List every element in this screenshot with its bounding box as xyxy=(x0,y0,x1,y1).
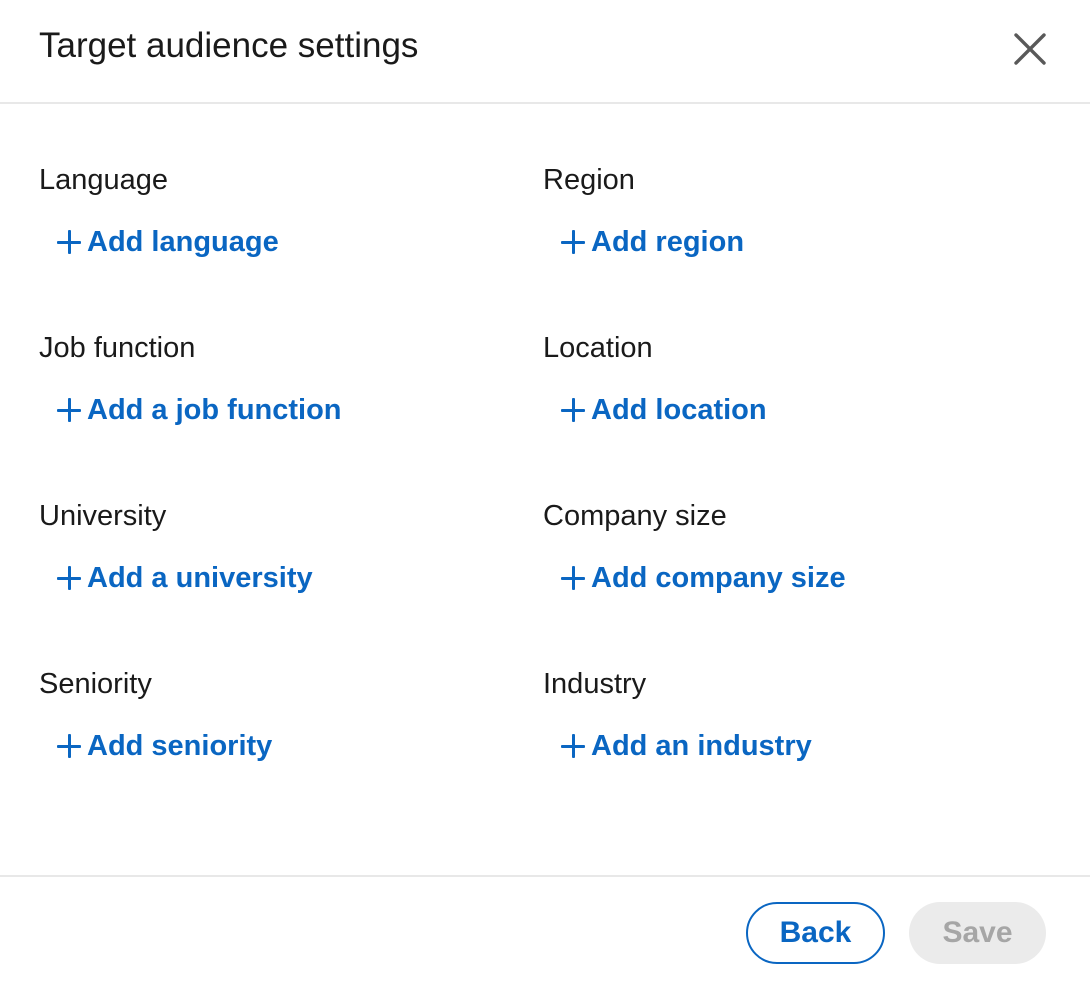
add-link-label: Add language xyxy=(87,226,279,258)
plus-icon xyxy=(57,734,81,758)
add-industry-link[interactable]: Add an industry xyxy=(561,728,812,764)
plus-icon xyxy=(57,566,81,590)
add-link-label: Add an industry xyxy=(591,730,812,762)
add-language-link[interactable]: Add language xyxy=(57,224,279,260)
plus-icon xyxy=(57,398,81,422)
add-link-label: Add seniority xyxy=(87,730,273,762)
add-company-size-link[interactable]: Add company size xyxy=(561,560,846,596)
field-label: Job function xyxy=(39,332,196,364)
plus-icon xyxy=(561,734,585,758)
field-label: Region xyxy=(543,164,635,196)
field-language: Language Add language xyxy=(39,162,519,258)
modal-title: Target audience settings xyxy=(39,26,419,65)
plus-icon xyxy=(561,566,585,590)
field-university: University Add a university xyxy=(39,498,519,594)
field-region: Region Add region xyxy=(543,162,1023,258)
add-link-label: Add a job function xyxy=(87,394,342,426)
plus-icon xyxy=(57,230,81,254)
plus-icon xyxy=(561,230,585,254)
modal-header: Target audience settings xyxy=(0,0,1090,104)
field-label: Company size xyxy=(543,500,727,532)
add-region-link[interactable]: Add region xyxy=(561,224,744,260)
footer-divider xyxy=(0,875,1090,877)
add-seniority-link[interactable]: Add seniority xyxy=(57,728,272,764)
add-university-link[interactable]: Add a university xyxy=(57,560,313,596)
close-button[interactable] xyxy=(1005,26,1055,72)
add-link-label: Add a university xyxy=(87,562,313,594)
add-link-label: Add company size xyxy=(591,562,846,594)
add-link-label: Add region xyxy=(591,226,745,258)
field-label: Industry xyxy=(543,668,647,700)
plus-icon xyxy=(561,398,585,422)
field-location: Location Add location xyxy=(543,330,1023,426)
close-icon xyxy=(1014,33,1046,65)
add-location-link[interactable]: Add location xyxy=(561,392,767,428)
save-button[interactable]: Save xyxy=(909,902,1046,964)
field-label: Location xyxy=(543,332,653,364)
field-label: Language xyxy=(39,164,169,196)
field-industry: Industry Add an industry xyxy=(543,666,1023,762)
field-label: University xyxy=(39,500,167,532)
add-link-label: Add location xyxy=(591,394,767,426)
field-label: Seniority xyxy=(39,668,152,700)
add-job-function-link[interactable]: Add a job function xyxy=(57,392,342,428)
field-seniority: Seniority Add seniority xyxy=(39,666,519,762)
field-company-size: Company size Add company size xyxy=(543,498,1023,594)
field-job-function: Job function Add a job function xyxy=(39,330,519,426)
back-button[interactable]: Back xyxy=(746,902,885,964)
